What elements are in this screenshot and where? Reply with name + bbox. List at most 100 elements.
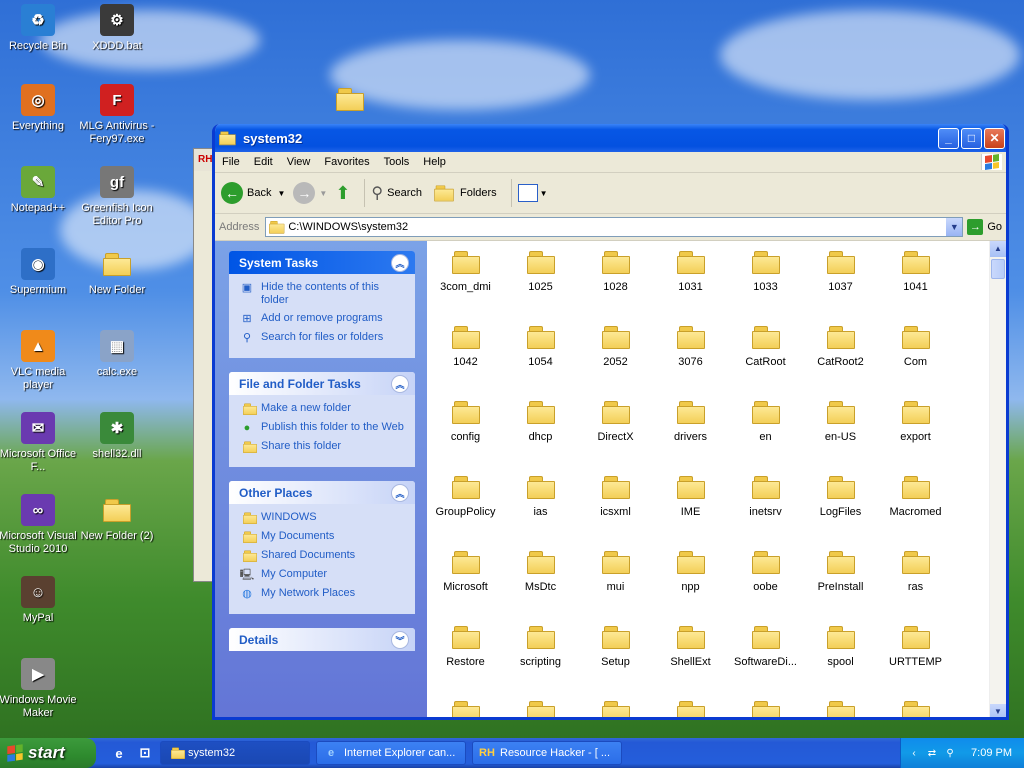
taskbar-button[interactable]: RH Resource Hacker - [ ... <box>472 741 622 765</box>
address-field[interactable]: C:\WINDOWS\system32 ▼ <box>265 217 964 237</box>
place-my-documents[interactable]: My Documents <box>239 530 407 544</box>
folder-item[interactable]: drivers <box>653 397 728 472</box>
folder-item[interactable]: LogFiles <box>803 472 878 547</box>
desktop-icon[interactable]: ✉ Microsoft Office F... <box>0 412 78 474</box>
place-shared-documents[interactable]: Shared Documents <box>239 549 407 563</box>
folder-item[interactable] <box>653 697 728 717</box>
menu-tools[interactable]: Tools <box>377 156 417 168</box>
close-button[interactable]: ✕ <box>984 127 1005 149</box>
internet-explorer-quicklaunch-icon[interactable]: e <box>110 744 128 762</box>
desktop-icon[interactable]: ▲ VLC media player <box>0 330 78 392</box>
folder-item[interactable]: 1031 <box>653 247 728 322</box>
folder-item[interactable]: Microsoft <box>428 547 503 622</box>
menu-view[interactable]: View <box>280 156 318 168</box>
folder-item[interactable]: npp <box>653 547 728 622</box>
desktop-icon[interactable]: ◉ Supermium <box>0 248 78 297</box>
task-hide-contents[interactable]: ▣ Hide the contents of this folder <box>239 281 407 307</box>
tray-expand-icon[interactable]: ‹ <box>907 746 921 760</box>
title-bar[interactable]: system32 _ □ ✕ <box>215 124 1006 152</box>
desktop-folder-icon[interactable] <box>336 88 364 111</box>
desktop-icon[interactable]: ⚙ XDDD.bat <box>77 4 157 53</box>
maximize-button[interactable]: □ <box>961 127 982 149</box>
minimize-button[interactable]: _ <box>938 127 959 149</box>
place-my-computer[interactable]: 🖳 My Computer <box>239 568 407 582</box>
folder-item[interactable]: 2052 <box>578 322 653 397</box>
folder-item[interactable]: Setup <box>578 622 653 697</box>
folder-item[interactable]: PreInstall <box>803 547 878 622</box>
desktop-icon[interactable]: ✱ shell32.dll <box>77 412 157 461</box>
folder-item[interactable]: scripting <box>503 622 578 697</box>
folder-item[interactable] <box>878 697 953 717</box>
folders-button[interactable]: Folders <box>430 182 497 204</box>
menu-help[interactable]: Help <box>416 156 453 168</box>
desktop-icon[interactable]: ◎ Everything <box>0 84 78 133</box>
folder-item[interactable] <box>728 697 803 717</box>
folder-item[interactable]: SoftwareDi... <box>728 622 803 697</box>
desktop-icon[interactable]: ☺ MyPal <box>0 576 78 625</box>
views-button[interactable]: ▼ <box>517 184 548 202</box>
go-button[interactable]: → Go <box>967 219 1002 235</box>
folder-item[interactable]: Macromed <box>878 472 953 547</box>
task-publish-web[interactable]: ● Publish this folder to the Web <box>239 421 407 435</box>
folder-item[interactable]: 3com_dmi <box>428 247 503 322</box>
collapse-icon[interactable]: ︽ <box>391 375 409 393</box>
folder-item[interactable]: 1028 <box>578 247 653 322</box>
folder-item[interactable]: oobe <box>728 547 803 622</box>
folder-item[interactable]: MsDtc <box>503 547 578 622</box>
folder-item[interactable]: icsxml <box>578 472 653 547</box>
folder-item[interactable]: CatRoot2 <box>803 322 878 397</box>
folder-item[interactable] <box>803 697 878 717</box>
folder-item[interactable]: CatRoot <box>728 322 803 397</box>
desktop-icon[interactable]: ♻ Recycle Bin <box>0 4 78 53</box>
folder-item[interactable]: en <box>728 397 803 472</box>
menu-favorites[interactable]: Favorites <box>317 156 376 168</box>
system-tasks-header[interactable]: System Tasks ︽ <box>229 251 415 274</box>
scroll-down-icon[interactable]: ▼ <box>990 704 1006 717</box>
scroll-thumb[interactable] <box>991 259 1005 279</box>
network-tray-icon[interactable]: ⇄ <box>925 746 939 760</box>
folder-item[interactable]: mui <box>578 547 653 622</box>
file-folder-tasks-header[interactable]: File and Folder Tasks ︽ <box>229 372 415 395</box>
start-button[interactable]: start <box>0 738 96 768</box>
folder-item[interactable]: Com <box>878 322 953 397</box>
folder-item[interactable]: ias <box>503 472 578 547</box>
place-windows[interactable]: WINDOWS <box>239 511 407 525</box>
forward-dropdown-icon[interactable]: ▼ <box>319 189 327 198</box>
search-button[interactable]: ⚲ Search <box>371 183 422 203</box>
folder-item[interactable]: dhcp <box>503 397 578 472</box>
folder-item[interactable]: IME <box>653 472 728 547</box>
desktop-icon[interactable]: F MLG Antivirus - Fery97.exe <box>77 84 157 146</box>
desktop-icon[interactable]: ▶ Windows Movie Maker <box>0 658 78 720</box>
folder-item[interactable]: 1025 <box>503 247 578 322</box>
menu-edit[interactable]: Edit <box>247 156 280 168</box>
folder-item[interactable]: ShellExt <box>653 622 728 697</box>
folder-item[interactable]: ras <box>878 547 953 622</box>
folder-item[interactable]: 1041 <box>878 247 953 322</box>
desktop-icon[interactable]: gf Greenfish Icon Editor Pro <box>77 166 157 228</box>
desktop-icon[interactable]: ▦ calc.exe <box>77 330 157 379</box>
other-places-header[interactable]: Other Places ︽ <box>229 481 415 504</box>
task-make-new-folder[interactable]: Make a new folder <box>239 402 407 416</box>
folder-item[interactable]: 3076 <box>653 322 728 397</box>
expand-icon[interactable]: ︾ <box>391 631 409 649</box>
folder-item[interactable]: Restore <box>428 622 503 697</box>
task-share-folder[interactable]: Share this folder <box>239 440 407 454</box>
folder-item[interactable]: 1037 <box>803 247 878 322</box>
taskbar-button[interactable]: system32 <box>160 741 310 765</box>
folder-item[interactable] <box>428 697 503 717</box>
desktop-icon[interactable]: ✎ Notepad++ <box>0 166 78 215</box>
task-search-files[interactable]: ⚲ Search for files or folders <box>239 331 407 345</box>
back-dropdown-icon[interactable]: ▼ <box>277 189 285 198</box>
address-dropdown-icon[interactable]: ▼ <box>946 218 963 236</box>
details-header[interactable]: Details ︾ <box>229 628 415 651</box>
collapse-icon[interactable]: ︽ <box>391 254 409 272</box>
folder-item[interactable]: DirectX <box>578 397 653 472</box>
up-folder-button[interactable]: ⬆ <box>335 183 350 204</box>
folder-item[interactable] <box>578 697 653 717</box>
folder-item[interactable]: 1054 <box>503 322 578 397</box>
search-tray-icon[interactable]: ⚲ <box>943 746 957 760</box>
desktop-icon[interactable]: ∞ Microsoft Visual Studio 2010 <box>0 494 78 556</box>
folder-item[interactable]: spool <box>803 622 878 697</box>
vertical-scrollbar[interactable]: ▲ ▼ <box>989 241 1006 717</box>
taskbar-button[interactable]: e Internet Explorer can... <box>316 741 466 765</box>
